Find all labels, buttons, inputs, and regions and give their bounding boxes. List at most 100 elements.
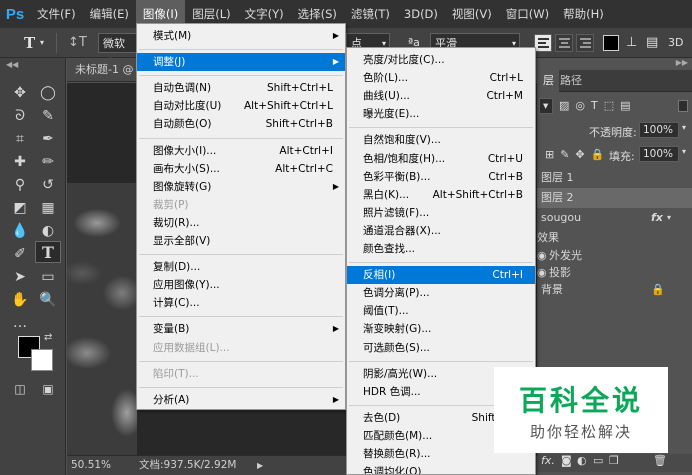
warp-text-icon[interactable]: ⊥	[626, 33, 637, 53]
dodge-tool-icon[interactable]: ◐	[35, 220, 61, 242]
layer-filter-icons[interactable]: ▨◎T⬚▤	[559, 99, 637, 112]
menu-item[interactable]: 分析(A) ▶	[137, 391, 345, 409]
fill-field[interactable]: 100%	[639, 146, 679, 162]
fx-icon[interactable]: fx.	[541, 454, 555, 467]
orientation-icon[interactable]: ↕T	[68, 33, 87, 53]
mask-icon[interactable]: ◙	[561, 454, 572, 467]
chevron-down-icon[interactable]: ▾	[667, 208, 671, 228]
menu-item[interactable]: 图像旋转(G) ▶	[137, 178, 345, 196]
more-tools-icon[interactable]: …	[7, 312, 33, 334]
fx-icon[interactable]: fx	[651, 208, 663, 228]
marquee-tool-icon[interactable]: ◯	[35, 82, 61, 104]
menu-item[interactable]: 色相/饱和度(H)... Ctrl+U	[347, 150, 535, 168]
menu-item[interactable]: 裁切(R)...	[137, 214, 345, 232]
quick-select-tool-icon[interactable]: ✎	[35, 105, 61, 127]
blur-tool-icon[interactable]: 💧	[7, 220, 33, 242]
tab-paths[interactable]: 路径	[554, 70, 588, 92]
chevron-down-icon[interactable]: ▾	[682, 147, 686, 156]
menu-1[interactable]: 编辑(E)	[83, 0, 136, 28]
eyedropper-tool-icon[interactable]: ✒	[35, 128, 61, 150]
menu-item[interactable]: 色调均化(Q)	[347, 463, 535, 474]
chevron-down-icon[interactable]: ▾	[682, 123, 686, 132]
menu-0[interactable]: 文件(F)	[30, 0, 83, 28]
menu-7[interactable]: 3D(D)	[397, 0, 445, 28]
background-color-swatch[interactable]	[31, 349, 53, 371]
menu-item[interactable]: 自然饱和度(V)...	[347, 131, 535, 149]
rectangle-tool-icon[interactable]: ▭	[35, 266, 61, 288]
path-selection-tool-icon[interactable]: ➤	[7, 266, 33, 288]
menu-item[interactable]: 黑白(K)... Alt+Shift+Ctrl+B	[347, 186, 535, 204]
tools-collapse-icon[interactable]: ◀◀	[6, 60, 18, 69]
clone-stamp-tool-icon[interactable]: ⚲	[7, 174, 33, 196]
text-color-swatch[interactable]	[603, 35, 619, 51]
menu-item[interactable]: 曝光度(E)...	[347, 105, 535, 123]
document-size[interactable]: 文档:937.5K/2.92M	[139, 456, 236, 475]
menu-item[interactable]: 反相(I) Ctrl+I	[347, 266, 535, 285]
menu-item[interactable]: 画布大小(S)... Alt+Ctrl+C	[137, 160, 345, 178]
move-tool-icon[interactable]: ✥	[7, 82, 33, 104]
history-brush-tool-icon[interactable]: ↺	[35, 174, 61, 196]
menu-item[interactable]: 自动色调(N) Shift+Ctrl+L	[137, 79, 345, 97]
menu-item[interactable]: 模式(M) ▶	[137, 27, 345, 45]
menu-6[interactable]: 滤镜(T)	[344, 0, 397, 28]
layer-filter-select[interactable]: ▾	[539, 98, 553, 114]
trash-icon[interactable]: 🗑	[653, 454, 667, 467]
eraser-tool-icon[interactable]: ◩	[7, 197, 33, 219]
hand-tool-icon[interactable]: ✋	[7, 289, 33, 311]
align-center-button[interactable]	[555, 34, 573, 52]
pen-tool-icon[interactable]: ✐	[7, 243, 33, 265]
menu-item[interactable]: 色彩平衡(B)... Ctrl+B	[347, 168, 535, 186]
type-tool-icon[interactable]: T	[35, 241, 61, 263]
zoom-level[interactable]: 50.51%	[71, 456, 111, 475]
lock-icons[interactable]: ⊞✎✥🔒	[545, 148, 610, 161]
quick-mask-icon[interactable]: ◫	[7, 378, 33, 400]
layer-row[interactable]: 背景 🔒	[537, 280, 692, 300]
new-layer-icon[interactable]: ❐	[609, 454, 619, 467]
menu-item[interactable]: 应用图像(Y)...	[137, 276, 345, 294]
type-tool-preset-icon[interactable]: T	[24, 33, 35, 53]
layer-row[interactable]: 图层 1	[537, 168, 692, 188]
menu-item[interactable]: 阈值(T)...	[347, 302, 535, 320]
effects-row[interactable]: 效果	[537, 228, 692, 248]
menu-item[interactable]: 复制(D)...	[137, 258, 345, 276]
menu-item[interactable]: 色调分离(P)...	[347, 284, 535, 302]
menu-item[interactable]: 调整(J) ▶	[137, 53, 345, 72]
menu-item[interactable]: 自动颜色(O) Shift+Ctrl+B	[137, 115, 345, 133]
swap-colors-icon[interactable]: ⇄	[44, 332, 52, 343]
zoom-tool-icon[interactable]: 🔍	[35, 289, 61, 311]
layer-row[interactable]: sougou fx ▾	[537, 208, 692, 228]
menu-8[interactable]: 视图(V)	[445, 0, 499, 28]
opacity-field[interactable]: 100%	[639, 122, 679, 138]
align-right-button[interactable]	[576, 34, 594, 52]
menu-item[interactable]: 图像大小(I)... Alt+Ctrl+I	[137, 142, 345, 160]
menu-item[interactable]: 通道混合器(X)...	[347, 222, 535, 240]
font-family-field[interactable]: 微软雅	[98, 33, 138, 70]
menu-item[interactable]: 可选颜色(S)...	[347, 339, 535, 357]
menu-item[interactable]: 颜色查找...	[347, 240, 535, 258]
menu-item[interactable]: 曲线(U)... Ctrl+M	[347, 87, 535, 105]
document-canvas[interactable]	[67, 183, 137, 455]
character-panel-icon[interactable]: ▤	[646, 33, 658, 53]
status-arrow-icon[interactable]: ▶	[257, 456, 263, 475]
menu-10[interactable]: 帮助(H)	[556, 0, 611, 28]
menu-item[interactable]: 色阶(L)... Ctrl+L	[347, 69, 535, 87]
screen-mode-icon[interactable]: ▣	[35, 378, 61, 400]
group-folder-icon[interactable]: ▭	[593, 454, 603, 467]
healing-brush-tool-icon[interactable]: ✚	[7, 151, 33, 173]
menu-item[interactable]: 照片滤镜(F)...	[347, 204, 535, 222]
menu-item[interactable]: 亮度/对比度(C)...	[347, 51, 535, 69]
menu-item[interactable]: 渐变映射(G)...	[347, 320, 535, 338]
panel-collapse-icon[interactable]: ▶▶	[676, 58, 688, 67]
menu-item[interactable]: 变量(B) ▶	[137, 320, 345, 338]
menu-item[interactable]: 自动对比度(U) Alt+Shift+Ctrl+L	[137, 97, 345, 115]
lasso-tool-icon[interactable]: ᘐ	[7, 105, 33, 127]
crop-tool-icon[interactable]: ⌗	[7, 128, 33, 150]
filter-toggle[interactable]	[678, 100, 688, 112]
menu-item[interactable]: 计算(C)...	[137, 294, 345, 312]
gradient-tool-icon[interactable]: ▦	[35, 197, 61, 219]
menu-9[interactable]: 窗口(W)	[499, 0, 556, 28]
align-left-button[interactable]	[534, 34, 552, 52]
layer-row-selected[interactable]: 图层 2	[537, 188, 692, 208]
3d-icon[interactable]: 3D	[668, 33, 683, 53]
brush-tool-icon[interactable]: ✏	[35, 151, 61, 173]
